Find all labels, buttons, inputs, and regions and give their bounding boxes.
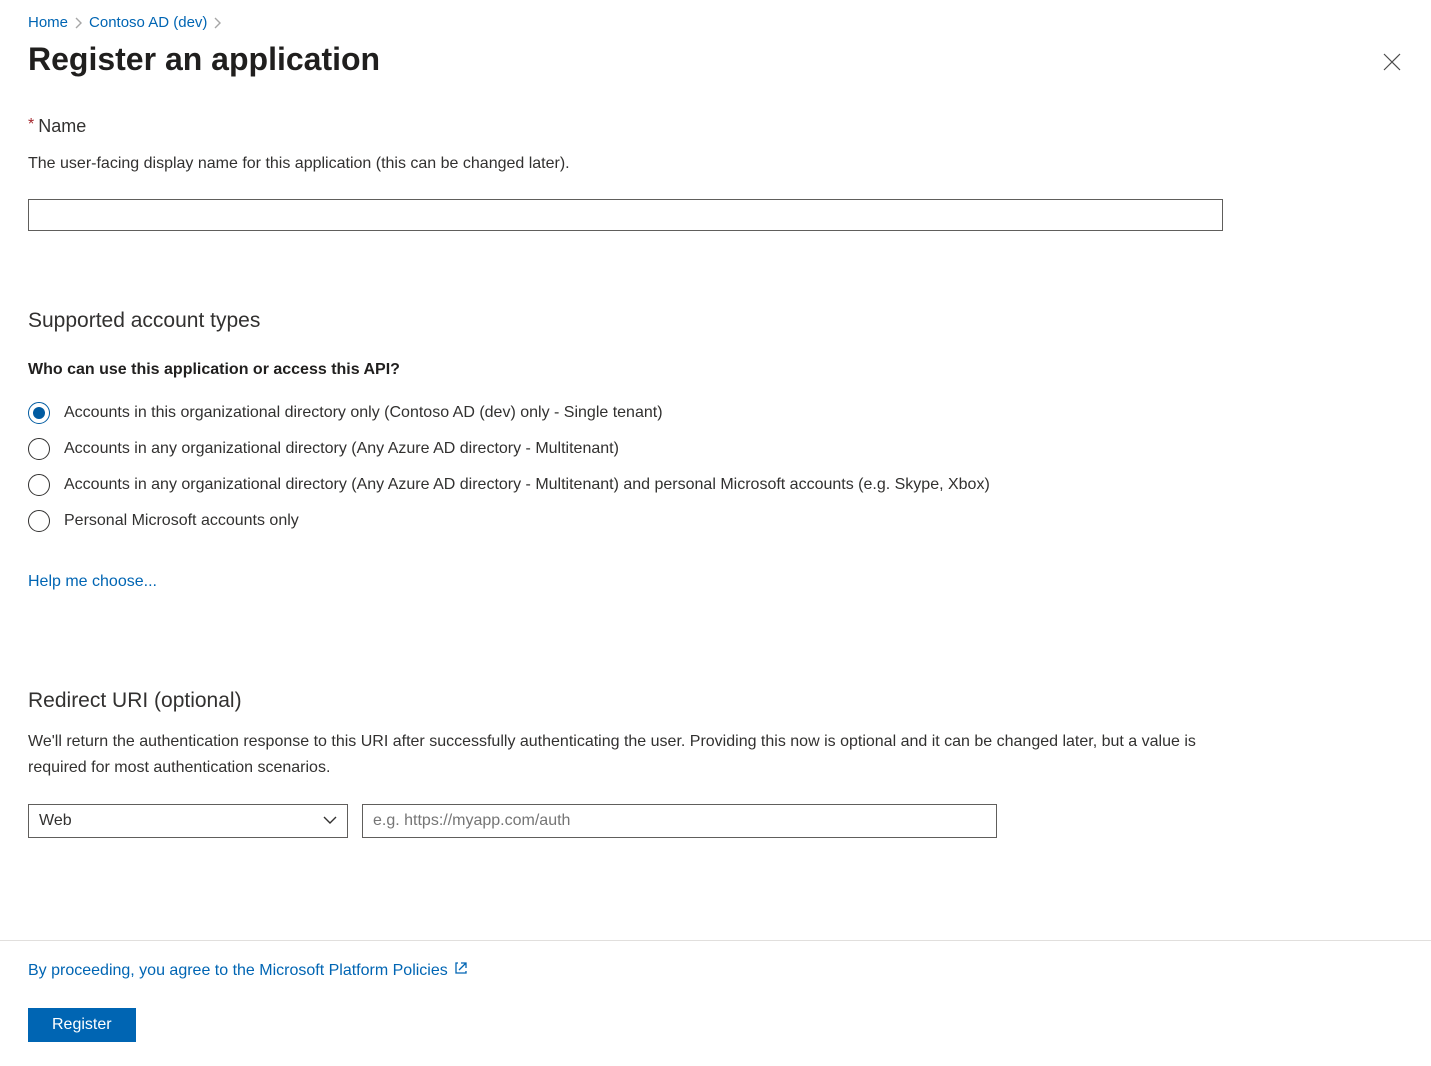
external-link-icon bbox=[454, 961, 468, 980]
chevron-down-icon bbox=[323, 812, 337, 830]
radio-label: Accounts in this organizational director… bbox=[64, 404, 663, 422]
breadcrumb-link-contoso[interactable]: Contoso AD (dev) bbox=[89, 14, 207, 31]
platform-policies-link[interactable]: By proceeding, you agree to the Microsof… bbox=[28, 961, 468, 980]
platform-select-value: Web bbox=[39, 812, 72, 830]
redirect-uri-description: We'll return the authentication response… bbox=[28, 729, 1198, 780]
name-field-group: *Name The user-facing display name for t… bbox=[28, 116, 1403, 231]
radio-icon bbox=[28, 510, 50, 532]
page-title: Register an application bbox=[28, 41, 380, 78]
close-button[interactable] bbox=[1375, 45, 1409, 82]
help-me-choose-link[interactable]: Help me choose... bbox=[28, 573, 157, 591]
radio-icon bbox=[28, 402, 50, 424]
chevron-right-icon bbox=[74, 17, 83, 29]
account-types-question: Who can use this application or access t… bbox=[28, 361, 1403, 379]
chevron-right-icon bbox=[213, 17, 222, 29]
footer-region: By proceeding, you agree to the Microsof… bbox=[0, 940, 1431, 1066]
platform-select[interactable]: Web bbox=[28, 804, 348, 838]
breadcrumb-link-home[interactable]: Home bbox=[28, 14, 68, 31]
form-scroll-area[interactable]: *Name The user-facing display name for t… bbox=[0, 116, 1431, 940]
account-types-radio-group: Accounts in this organizational director… bbox=[28, 395, 1403, 539]
redirect-uri-heading: Redirect URI (optional) bbox=[28, 689, 1403, 713]
redirect-uri-row: Web bbox=[28, 804, 1403, 838]
breadcrumb: Home Contoso AD (dev) bbox=[28, 10, 1403, 35]
radio-single-tenant[interactable]: Accounts in this organizational director… bbox=[28, 395, 1403, 431]
register-button[interactable]: Register bbox=[28, 1008, 136, 1042]
radio-label: Personal Microsoft accounts only bbox=[64, 512, 299, 530]
required-indicator: * bbox=[28, 116, 34, 133]
name-description: The user-facing display name for this ap… bbox=[28, 155, 1403, 173]
radio-multitenant[interactable]: Accounts in any organizational directory… bbox=[28, 431, 1403, 467]
radio-personal-only[interactable]: Personal Microsoft accounts only bbox=[28, 503, 1403, 539]
name-label: Name bbox=[38, 116, 86, 136]
policy-link-text: By proceeding, you agree to the Microsof… bbox=[28, 962, 448, 980]
name-input[interactable] bbox=[28, 199, 1223, 231]
header-region: Home Contoso AD (dev) Register an applic… bbox=[0, 0, 1431, 82]
account-types-heading: Supported account types bbox=[28, 309, 1403, 333]
radio-label: Accounts in any organizational directory… bbox=[64, 440, 619, 458]
radio-label: Accounts in any organizational directory… bbox=[64, 476, 990, 494]
radio-icon bbox=[28, 438, 50, 460]
radio-icon bbox=[28, 474, 50, 496]
radio-multitenant-personal[interactable]: Accounts in any organizational directory… bbox=[28, 467, 1403, 503]
close-icon bbox=[1383, 59, 1401, 74]
redirect-uri-input[interactable] bbox=[362, 804, 997, 838]
